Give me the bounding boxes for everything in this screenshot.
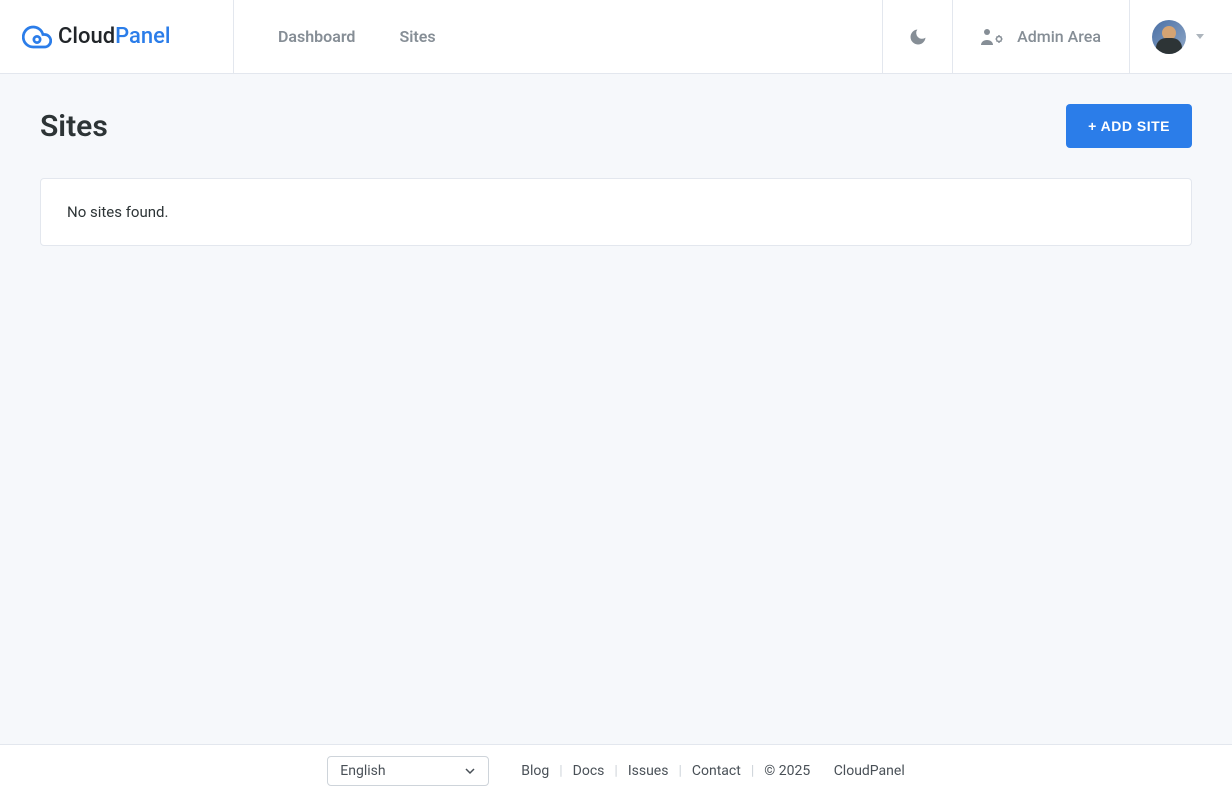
- chevron-down-icon: [464, 765, 476, 777]
- add-site-button[interactable]: + ADD SITE: [1066, 104, 1192, 148]
- footer-blog[interactable]: Blog: [521, 763, 549, 779]
- header-right: Admin Area: [882, 0, 1232, 73]
- user-menu[interactable]: [1129, 0, 1232, 73]
- footer: English Blog | Docs | Issues | Contact |…: [0, 744, 1232, 796]
- logo[interactable]: CloudPanel: [0, 0, 234, 73]
- language-selected: English: [340, 763, 385, 779]
- separator: |: [751, 763, 754, 779]
- nav-dashboard[interactable]: Dashboard: [278, 27, 355, 46]
- theme-toggle[interactable]: [882, 0, 952, 73]
- sites-card: No sites found.: [40, 178, 1192, 246]
- users-gear-icon: [981, 27, 1005, 47]
- footer-contact[interactable]: Contact: [692, 763, 741, 779]
- empty-state-message: No sites found.: [67, 203, 1165, 221]
- nav-sites[interactable]: Sites: [399, 27, 435, 46]
- separator: |: [614, 763, 617, 779]
- page-title: Sites: [40, 109, 108, 144]
- avatar: [1152, 20, 1186, 54]
- page-header: Sites + ADD SITE: [40, 104, 1192, 148]
- copyright: © 2025: [764, 763, 810, 779]
- logo-text: CloudPanel: [58, 24, 171, 49]
- cloudpanel-logo-icon: [22, 22, 52, 52]
- footer-issues[interactable]: Issues: [628, 763, 669, 779]
- admin-area-label: Admin Area: [1017, 27, 1101, 46]
- separator: |: [559, 763, 562, 779]
- main-nav: Dashboard Sites: [234, 0, 882, 73]
- main-content: Sites + ADD SITE No sites found.: [0, 74, 1232, 744]
- language-select[interactable]: English: [327, 756, 489, 786]
- separator: |: [678, 763, 681, 779]
- footer-links: Blog | Docs | Issues | Contact | © 2025 …: [521, 763, 904, 779]
- admin-area-link[interactable]: Admin Area: [952, 0, 1129, 73]
- brand: CloudPanel: [834, 763, 905, 779]
- chevron-down-icon: [1196, 34, 1204, 39]
- footer-docs[interactable]: Docs: [573, 763, 605, 779]
- header: CloudPanel Dashboard Sites Admin Area: [0, 0, 1232, 74]
- moon-icon: [908, 27, 928, 47]
